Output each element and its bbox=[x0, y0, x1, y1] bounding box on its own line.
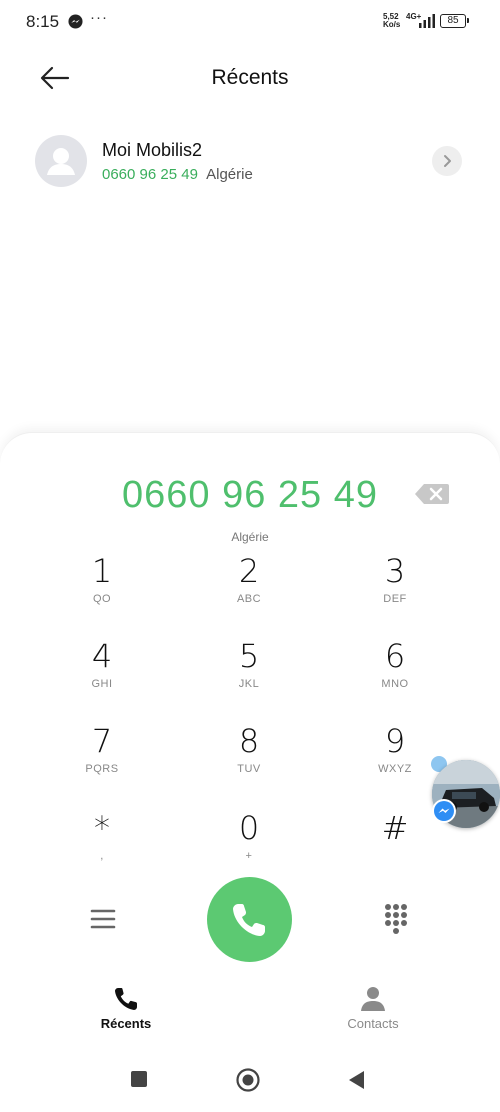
tab-recents[interactable]: Récents bbox=[66, 985, 186, 1041]
key-digit: * bbox=[94, 809, 110, 847]
key-5[interactable]: 5 JKL bbox=[199, 638, 299, 708]
key-digit: 9 bbox=[384, 722, 406, 760]
key-star[interactable]: * , bbox=[52, 810, 152, 880]
page-title: Récents bbox=[211, 66, 289, 89]
tab-contacts-label: Contacts bbox=[347, 1016, 399, 1031]
key-digit: 1 bbox=[91, 552, 113, 590]
messenger-badge bbox=[432, 799, 456, 823]
dialed-country: Algérie bbox=[231, 530, 269, 544]
menu-button[interactable] bbox=[88, 904, 118, 934]
phone-icon bbox=[115, 988, 137, 1010]
key-letters: GHI bbox=[91, 678, 113, 690]
key-digit: 4 bbox=[91, 637, 113, 675]
contact-country: Algérie bbox=[206, 166, 253, 183]
backspace-icon bbox=[415, 484, 449, 504]
key-letters: MNO bbox=[381, 678, 409, 690]
key-letters: PQRS bbox=[85, 763, 119, 775]
more-notifications-icon: ··· bbox=[90, 9, 108, 26]
key-9[interactable]: 9 WXYZ bbox=[345, 723, 445, 793]
key-letters: TUV bbox=[237, 763, 261, 775]
key-letters: DEF bbox=[383, 593, 407, 605]
key-digit: 5 bbox=[238, 637, 260, 675]
status-time: 8:15 bbox=[26, 12, 60, 31]
contact-number: 0660 96 25 49 bbox=[102, 166, 198, 183]
key-letters: , bbox=[100, 850, 104, 862]
dialpad-icon bbox=[385, 904, 407, 934]
key-digit: # bbox=[381, 809, 409, 847]
contact-detail-button[interactable] bbox=[432, 146, 462, 176]
phone-icon bbox=[233, 904, 265, 936]
messenger-icon bbox=[434, 801, 454, 821]
key-digit: 6 bbox=[384, 637, 406, 675]
contacts-icon bbox=[361, 987, 385, 1011]
contact-name: Moi Mobilis2 bbox=[102, 140, 203, 160]
key-hash[interactable]: # bbox=[345, 810, 445, 880]
chevron-right-icon bbox=[444, 155, 451, 167]
contact-details: 0660 96 25 49 Algérie bbox=[102, 166, 253, 183]
key-digit: 2 bbox=[238, 552, 260, 590]
key-1[interactable]: 1 QO bbox=[52, 553, 152, 623]
network-speed: 5,52 Ko/s bbox=[383, 13, 400, 29]
home-button[interactable] bbox=[236, 1068, 260, 1092]
key-3[interactable]: 3 DEF bbox=[345, 553, 445, 623]
triangle-back-icon bbox=[349, 1071, 364, 1089]
key-6[interactable]: 6 MNO bbox=[345, 638, 445, 708]
key-2[interactable]: 2 ABC bbox=[199, 553, 299, 623]
key-4[interactable]: 4 GHI bbox=[52, 638, 152, 708]
status-bar: 8:15 ··· 5,52 Ko/s 4G+ 85 bbox=[0, 0, 500, 44]
tab-recents-label: Récents bbox=[100, 1016, 152, 1031]
messenger-notification-icon bbox=[68, 14, 83, 29]
recent-apps-button[interactable] bbox=[131, 1071, 147, 1087]
key-digit: 3 bbox=[384, 552, 406, 590]
key-letters: QO bbox=[92, 593, 112, 605]
key-7[interactable]: 7 PQRS bbox=[52, 723, 152, 793]
key-digit: 8 bbox=[238, 722, 260, 760]
menu-icon bbox=[90, 909, 116, 929]
battery-icon: 85 bbox=[440, 14, 469, 28]
dialpad-toggle-button[interactable] bbox=[381, 902, 411, 936]
nav-back-button[interactable] bbox=[346, 1069, 366, 1091]
key-letters: + bbox=[245, 850, 253, 862]
tab-contacts[interactable]: Contacts bbox=[313, 985, 433, 1041]
key-letters: ABC bbox=[236, 593, 262, 605]
key-digit: 7 bbox=[91, 722, 113, 760]
key-8[interactable]: 8 TUV bbox=[199, 723, 299, 793]
network-speed-unit: Ko/s bbox=[383, 20, 401, 29]
key-digit: 0 bbox=[238, 809, 260, 847]
signal-icon bbox=[419, 14, 435, 28]
key-0[interactable]: 0 + bbox=[199, 810, 299, 880]
call-button[interactable] bbox=[207, 877, 292, 962]
person-icon bbox=[47, 148, 75, 175]
home-icon bbox=[236, 1068, 260, 1092]
key-letters: WXYZ bbox=[378, 763, 412, 775]
key-letters: JKL bbox=[238, 678, 260, 690]
backspace-button[interactable] bbox=[414, 483, 450, 505]
avatar bbox=[35, 135, 87, 187]
recent-call-item[interactable]: Moi Mobilis2 0660 96 25 49 Algérie bbox=[20, 128, 480, 196]
